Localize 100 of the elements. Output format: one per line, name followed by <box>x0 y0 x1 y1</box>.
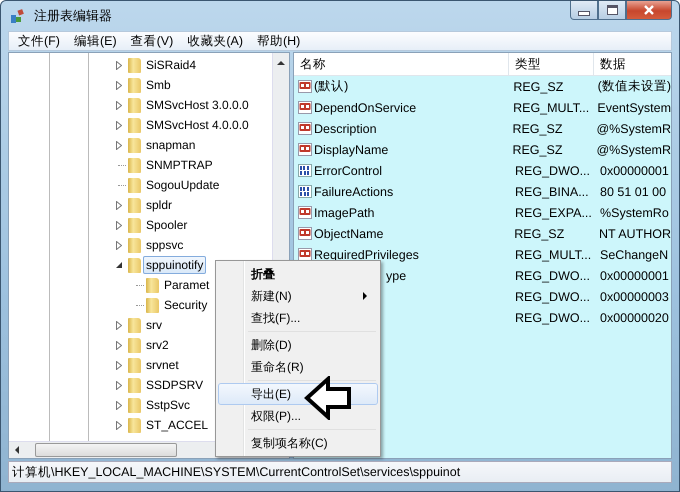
context-menu-item[interactable]: 删除(D) <box>218 334 378 356</box>
tree-item[interactable]: Security <box>161 296 210 314</box>
expand-icon[interactable] <box>116 80 122 90</box>
value-data: NT AUTHOR <box>598 226 671 240</box>
tree-item[interactable]: SSDPSRV <box>143 376 206 394</box>
value-type: REG_SZ <box>513 226 566 240</box>
context-menu-item[interactable]: 查找(F)... <box>218 307 378 329</box>
tree-item[interactable]: SstpSvc <box>143 396 194 414</box>
menu-item[interactable]: 编辑(E) <box>66 32 124 50</box>
value-type: REG_BINA... <box>514 184 590 198</box>
tree-item[interactable]: snapman <box>143 136 198 154</box>
value-data: 0x00000001 <box>599 164 669 178</box>
minimize-button[interactable] <box>570 1 598 20</box>
folder-icon <box>128 118 141 132</box>
pointing-arrow-drawing <box>304 376 352 420</box>
collapse-icon[interactable] <box>116 262 122 268</box>
folder-icon <box>128 338 141 352</box>
tree-item[interactable]: srvnet <box>143 356 182 374</box>
string-value-icon <box>298 101 312 114</box>
folder-icon <box>128 398 141 412</box>
column-header[interactable]: 数据 <box>594 53 671 75</box>
tree-item[interactable]: srv <box>143 316 165 334</box>
context-menu-item[interactable]: 新建(N) <box>218 285 378 307</box>
string-value-icon <box>298 143 312 156</box>
folder-icon <box>128 58 141 72</box>
folder-icon <box>128 258 141 272</box>
expand-icon[interactable] <box>116 120 122 130</box>
folder-icon <box>146 278 159 292</box>
folder-icon <box>128 178 141 192</box>
expand-icon[interactable] <box>116 340 122 350</box>
value-name: ErrorControl <box>314 164 382 178</box>
tree-item[interactable]: spldr <box>143 196 176 214</box>
value-type: REG_SZ <box>511 142 564 156</box>
tree-item[interactable]: SNMPTRAP <box>143 156 216 174</box>
menu-item[interactable]: 帮助(H) <box>250 32 308 50</box>
value-data: (数值未设置) <box>596 78 671 95</box>
tree-item[interactable]: Paramet <box>161 276 212 294</box>
context-menu-item[interactable]: 复制项名称(C) <box>218 432 378 454</box>
value-type: REG_MULT... <box>514 248 592 262</box>
folder-icon <box>128 218 141 232</box>
expand-icon[interactable] <box>116 320 122 330</box>
tree-item[interactable]: sppsvc <box>143 236 186 254</box>
tree-item[interactable]: ST_ACCEL <box>143 416 212 434</box>
expand-icon[interactable] <box>116 380 122 390</box>
menu-item[interactable]: 收藏夹(A) <box>180 32 250 50</box>
expand-icon[interactable] <box>116 220 122 230</box>
folder-icon <box>128 238 141 252</box>
expand-icon[interactable] <box>116 420 122 430</box>
folder-icon <box>128 418 141 432</box>
menu-item[interactable]: 文件(F) <box>11 32 67 50</box>
tree-item[interactable]: sppuinotify <box>143 256 206 274</box>
value-type: REG_DWO... <box>514 164 592 178</box>
value-data: 0x00000020 <box>599 310 669 324</box>
value-name: DisplayName <box>314 142 388 156</box>
expand-icon[interactable] <box>116 400 122 410</box>
column-header[interactable]: 类型 <box>509 53 594 75</box>
column-header[interactable]: 名称 <box>294 53 509 75</box>
maximize-button[interactable] <box>598 1 626 20</box>
folder-icon <box>128 138 141 152</box>
folder-icon <box>146 298 159 312</box>
value-name: ImagePath <box>314 206 374 220</box>
value-data: @%SystemR <box>595 122 671 136</box>
string-value-icon <box>298 227 312 240</box>
tree-item[interactable]: srv2 <box>143 336 172 354</box>
value-type: REG_DWO... <box>514 310 592 324</box>
expand-icon[interactable] <box>116 200 122 210</box>
string-value-icon <box>298 80 312 93</box>
tree-item[interactable]: SogouUpdate <box>143 176 222 194</box>
value-type: REG_SZ <box>512 80 564 94</box>
tree-item[interactable]: SMSvcHost 3.0.0.0 <box>143 96 252 114</box>
value-data: EventSystem <box>596 100 671 114</box>
value-data: 80 51 01 00 <box>599 184 666 198</box>
value-type: REG_SZ <box>511 122 564 136</box>
value-name: ype <box>386 268 406 282</box>
value-type: REG_EXPA... <box>514 206 593 220</box>
string-value-icon <box>298 248 312 261</box>
string-value-icon <box>298 122 312 135</box>
context-menu-item[interactable]: 折叠 <box>218 263 378 285</box>
string-value-icon <box>298 206 312 219</box>
tree-item[interactable]: Spooler <box>143 216 190 234</box>
value-data: %SystemRo <box>599 206 669 220</box>
value-name: ObjectName <box>314 226 384 240</box>
expand-icon[interactable] <box>116 60 122 70</box>
context-menu-item[interactable]: 权限(P)... <box>218 405 378 427</box>
binary-value-icon <box>298 185 312 198</box>
value-name: FailureActions <box>314 184 394 198</box>
expand-icon[interactable] <box>116 140 122 150</box>
status-bar: 计算机\HKEY_LOCAL_MACHINE\SYSTEM\CurrentControlSet\services\sppuinot <box>8 461 672 483</box>
tree-item[interactable]: Smb <box>143 76 174 94</box>
expand-icon[interactable] <box>116 100 122 110</box>
tree-item[interactable]: SiSRaid4 <box>143 56 200 74</box>
expand-icon[interactable] <box>116 360 122 370</box>
expand-icon[interactable] <box>116 240 122 250</box>
menu-item[interactable]: 查看(V) <box>124 32 180 50</box>
tree-item[interactable]: SMSvcHost 4.0.0.0 <box>143 116 252 134</box>
value-name: RequiredPrivileges <box>314 248 419 262</box>
folder-icon <box>128 358 141 372</box>
value-data: @%SystemR <box>595 142 671 156</box>
close-button[interactable] <box>626 1 672 20</box>
context-menu-item[interactable]: 重命名(R) <box>218 356 378 378</box>
